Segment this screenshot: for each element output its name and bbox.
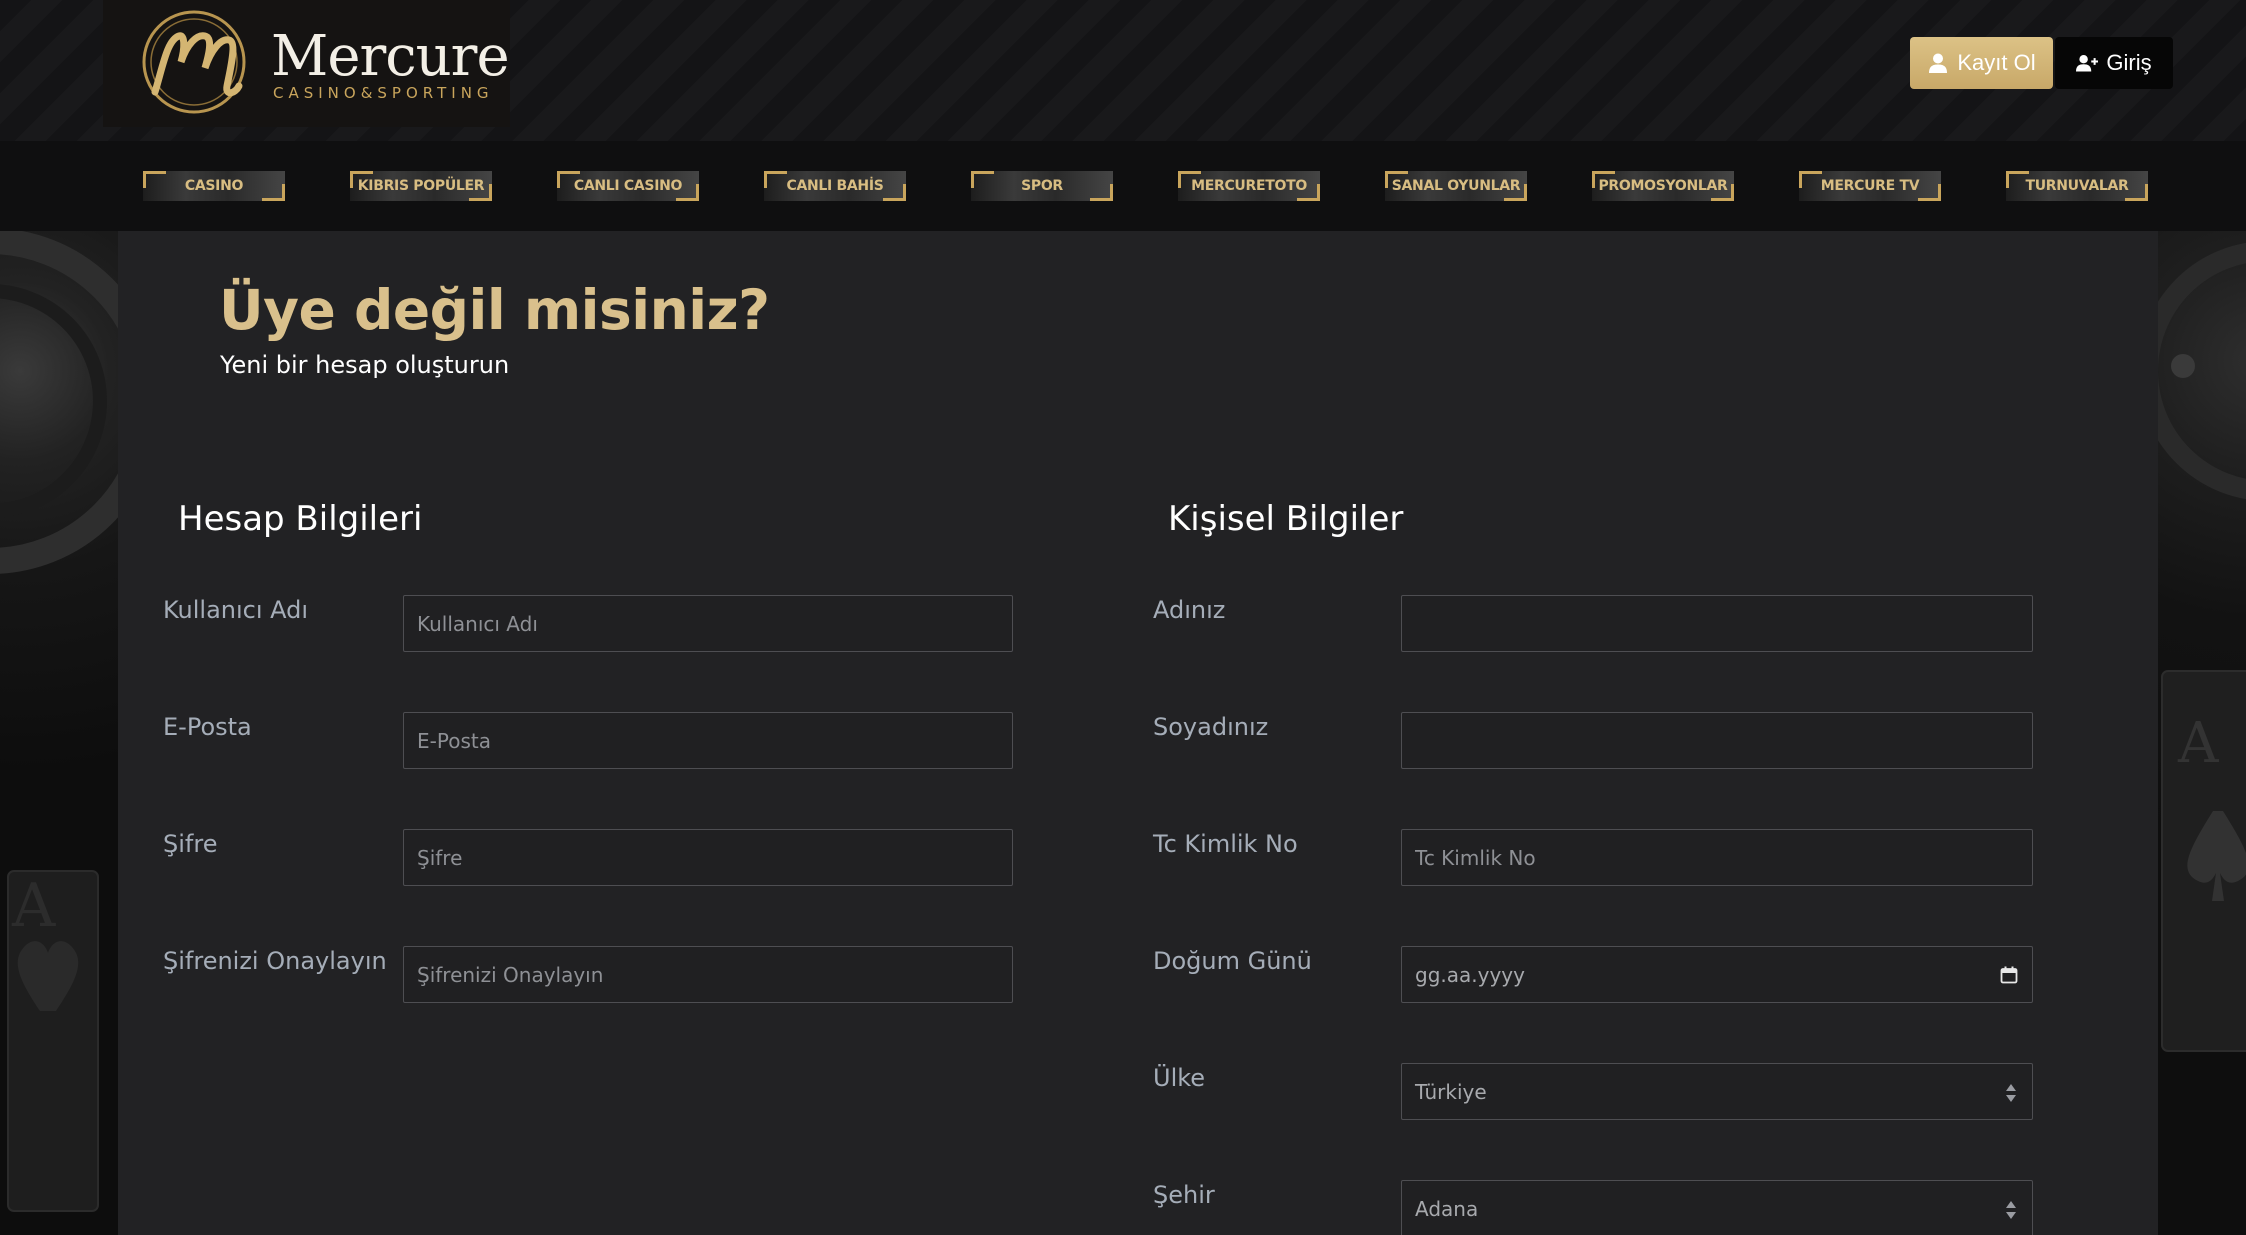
country-selected-value: Türkiye bbox=[1415, 1079, 1487, 1104]
password-input[interactable] bbox=[403, 829, 1013, 886]
nav-item-turnuvalar[interactable]: TURNUVALAR bbox=[2006, 171, 2148, 201]
site-logo[interactable]: Mercure CASINO&SPORTING bbox=[103, 0, 510, 127]
user-plus-icon bbox=[2076, 54, 2099, 72]
main-navigation: CASINO KIBRIS POPÜLER CANLI CASINO CANLI… bbox=[0, 141, 2246, 231]
roulette-wheel-icon bbox=[0, 231, 118, 1212]
username-input[interactable] bbox=[403, 595, 1013, 652]
last-name-input[interactable] bbox=[1401, 712, 2033, 769]
logo-wordmark: Mercure bbox=[271, 24, 510, 89]
register-button[interactable]: Kayıt Ol bbox=[1910, 37, 2053, 89]
nav-item-spor[interactable]: SPOR bbox=[971, 171, 1113, 201]
birthday-placeholder: gg.aa.yyyy bbox=[1415, 962, 1525, 987]
card-letter-decoration: A bbox=[12, 871, 56, 941]
email-label: E-Posta bbox=[163, 713, 252, 741]
tc-id-label: Tc Kimlik No bbox=[1153, 830, 1298, 858]
nav-item-kibris-populer[interactable]: KIBRIS POPÜLER bbox=[350, 171, 492, 201]
nav-item-promosyonlar[interactable]: PROMOSYONLAR bbox=[1592, 171, 1734, 201]
city-selected-value: Adana bbox=[1415, 1196, 1479, 1221]
city-label: Şehir bbox=[1153, 1181, 1215, 1209]
tc-id-input[interactable] bbox=[1401, 829, 2033, 886]
birthday-input[interactable]: gg.aa.yyyy bbox=[1401, 946, 2033, 1003]
confirm-password-input[interactable] bbox=[403, 946, 1013, 1003]
nav-item-canli-casino[interactable]: CANLI CASINO bbox=[557, 171, 699, 201]
last-name-label: Soyadınız bbox=[1153, 713, 1269, 741]
logo-emblem-icon bbox=[142, 10, 246, 114]
birthday-label: Doğum Günü bbox=[1153, 947, 1312, 975]
password-label: Şifre bbox=[163, 830, 218, 858]
card-letter-decoration: A bbox=[2178, 711, 2219, 776]
account-section-title: Hesap Bilgileri bbox=[178, 499, 423, 539]
username-label: Kullanıcı Adı bbox=[163, 596, 309, 624]
login-button[interactable]: Giriş bbox=[2055, 37, 2173, 89]
personal-section-title: Kişisel Bilgiler bbox=[1168, 499, 1404, 539]
background-decoration-right: A bbox=[2158, 231, 2246, 1235]
login-button-label: Giriş bbox=[2106, 50, 2152, 75]
logo-tagline: CASINO&SPORTING bbox=[273, 84, 494, 102]
background-decoration-left: A bbox=[0, 231, 118, 1235]
city-select[interactable]: Adana bbox=[1401, 1180, 2033, 1235]
register-button-label: Kayıt Ol bbox=[1957, 50, 2036, 75]
top-header: Mercure CASINO&SPORTING Kayıt Ol Giriş bbox=[0, 0, 2246, 141]
nav-item-mercure-tv[interactable]: MERCURE TV bbox=[1799, 171, 1941, 201]
first-name-input[interactable] bbox=[1401, 595, 2033, 652]
nav-item-canli-bahis[interactable]: CANLI BAHİS bbox=[764, 171, 906, 201]
email-input[interactable] bbox=[403, 712, 1013, 769]
country-select[interactable]: Türkiye bbox=[1401, 1063, 2033, 1120]
confirm-password-label: Şifrenizi Onaylayın bbox=[163, 947, 387, 975]
registration-panel: Üye değil misiniz? Yeni bir hesap oluştu… bbox=[118, 231, 2158, 1235]
page-title: Üye değil misiniz? bbox=[219, 278, 770, 342]
calendar-icon[interactable] bbox=[2000, 966, 2018, 984]
country-label: Ülke bbox=[1153, 1064, 1206, 1092]
page-subtitle: Yeni bir hesap oluşturun bbox=[220, 351, 510, 379]
updown-arrows-icon bbox=[2006, 1201, 2016, 1219]
nav-item-sanal-oyunlar[interactable]: SANAL OYUNLAR bbox=[1385, 171, 1527, 201]
nav-item-mercuretoto[interactable]: MERCURETOTO bbox=[1178, 171, 1320, 201]
updown-arrows-icon bbox=[2006, 1084, 2016, 1102]
first-name-label: Adınız bbox=[1153, 596, 1226, 624]
nav-item-casino[interactable]: CASINO bbox=[143, 171, 285, 201]
user-icon bbox=[1929, 53, 1948, 73]
